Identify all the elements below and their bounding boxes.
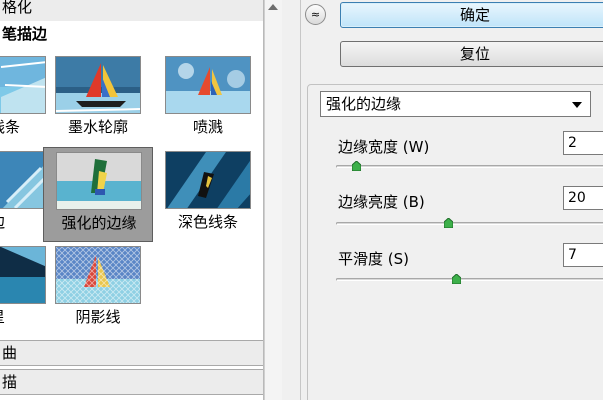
scroll-up-icon[interactable]	[268, 4, 278, 10]
smoothness-slider-thumb[interactable]	[452, 274, 462, 284]
smoothness-slider[interactable]	[336, 278, 603, 281]
ok-button[interactable]: 确定	[340, 2, 603, 28]
category-sketch[interactable]: 描	[0, 369, 263, 395]
filter-gallery: 格化 笔描边 线条 墨水轮廓	[0, 0, 264, 400]
dropdown-arrow-icon	[572, 102, 582, 108]
thumb-ink-outlines[interactable]: 墨水轮廓	[43, 52, 153, 147]
thumb-label: 强化的边缘	[61, 214, 137, 232]
thumbnail-image	[55, 56, 141, 114]
category-brush-strokes[interactable]: 笔描边	[0, 22, 263, 46]
filter-dropdown[interactable]: 强化的边缘	[320, 91, 591, 117]
edge-brightness-slider[interactable]	[336, 222, 603, 225]
edge-brightness-label: 边缘亮度 (B)	[338, 193, 425, 211]
category-label: 格化	[2, 0, 33, 16]
panel-divider	[300, 0, 301, 400]
edge-brightness-input[interactable]: 20	[563, 186, 603, 210]
filter-dropdown-value: 强化的边缘	[326, 95, 402, 113]
gallery-scrollbar[interactable]	[264, 0, 282, 400]
thumbnail-image	[0, 56, 46, 114]
thumb-dark-strokes[interactable]: 深色线条	[153, 147, 263, 242]
thumb-accented-edges[interactable]: 强化的边缘	[43, 147, 153, 242]
thumbnail-image	[56, 152, 142, 210]
double-chevron-up-icon: ≈	[310, 8, 321, 21]
thumbnail-image	[0, 246, 46, 304]
collapse-gallery-button[interactable]: ≈	[305, 4, 326, 25]
category-distort[interactable]: 曲	[0, 340, 263, 366]
category-label: 曲	[2, 344, 18, 362]
edge-brightness-slider-thumb[interactable]	[444, 218, 453, 228]
thumbnail-image	[165, 56, 251, 114]
thumb-spatter[interactable]: 喷溅	[153, 52, 263, 147]
category-label: 描	[2, 373, 18, 391]
category-stylize[interactable]: 格化	[0, 0, 263, 21]
thumb-label: 墨水轮廓	[67, 118, 128, 136]
thumb-crosshatch[interactable]: 阴影线	[43, 242, 153, 337]
smoothness-label: 平滑度 (S)	[338, 250, 409, 268]
thumb-label: 深色线条	[177, 213, 238, 231]
reset-button[interactable]: 复位	[340, 41, 603, 67]
filter-settings-panel	[307, 84, 603, 400]
thumbnail-image	[0, 151, 46, 209]
thumb-label: 喷溅	[192, 118, 223, 136]
edge-width-slider-thumb[interactable]	[351, 161, 361, 171]
thumb-label: 阴影线	[75, 308, 121, 326]
edge-width-label: 边缘宽度 (W)	[338, 138, 430, 156]
thumbnail-image	[165, 151, 251, 209]
smoothness-input[interactable]: 7	[563, 243, 603, 267]
category-label: 笔描边	[2, 25, 48, 43]
thumbnail-image	[55, 246, 141, 304]
edge-width-slider[interactable]	[336, 165, 603, 168]
edge-width-input[interactable]: 2	[563, 131, 603, 155]
